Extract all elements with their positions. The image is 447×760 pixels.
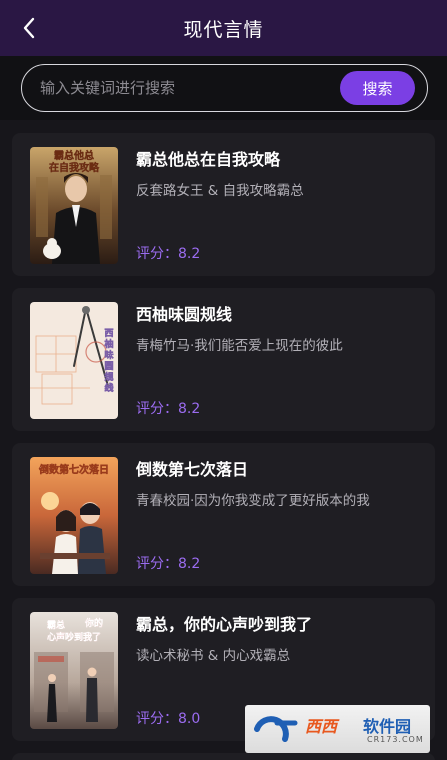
svg-text:柚: 柚 [104, 338, 113, 350]
book-card[interactable]: 倒数第七次落日 倒数第七次落日 青春校园·因为你我变成了更好版本的我 评分：8.… [12, 443, 435, 586]
svg-text:在自我攻略: 在自我攻略 [49, 161, 100, 174]
svg-text:味: 味 [104, 349, 113, 361]
book-card[interactable]: 霸总他总 在自我攻略 霸总他总在自我攻略 反套路女王 & 自我攻略霸总 评分：8… [12, 133, 435, 276]
book-title: 霸总，你的心声吵到我了 [136, 615, 313, 634]
book-rating: 评分：8.2 [136, 556, 201, 572]
back-button[interactable] [14, 12, 46, 44]
book-title: 倒数第七次落日 [136, 460, 249, 479]
svg-text:西: 西 [104, 328, 113, 339]
search-input[interactable] [40, 74, 340, 102]
watermark-icon [254, 716, 298, 742]
search-box: 搜索 [21, 64, 428, 112]
watermark-domain: CR173.COM [367, 735, 424, 744]
book-rating: 评分：8.2 [136, 401, 201, 417]
svg-text:心声吵到我了: 心声吵到我了 [47, 631, 101, 643]
page-title: 现代言情 [183, 18, 264, 41]
watermark-brand: 西西 [305, 717, 338, 736]
book-title: 霸总他总在自我攻略 [136, 150, 281, 169]
book-desc: 青梅竹马·我们能否爱上现在的彼此 [136, 338, 343, 354]
book-card[interactable]: 西 柚 味 圆 规 线 西柚味圆规线 青梅竹马·我们能否爱上现在的彼此 评分：8… [12, 288, 435, 431]
svg-text:倒数第七次落日: 倒数第七次落日 [38, 463, 109, 476]
search-button[interactable]: 搜索 [340, 71, 415, 105]
book-cover: 西 柚 味 圆 规 线 [30, 302, 118, 419]
book-rating: 评分：8.0 [136, 711, 201, 727]
search-bar: 搜索 [0, 56, 447, 120]
book-rating: 评分：8.2 [136, 246, 201, 262]
svg-text:圆: 圆 [104, 361, 113, 372]
watermark-sub: 软件园 [363, 717, 412, 736]
book-card[interactable] [12, 753, 435, 760]
book-cover: 霸总他总 在自我攻略 [30, 147, 118, 264]
book-title: 西柚味圆规线 [136, 305, 233, 324]
book-cover: 霸总 你的 心声吵到我了 [30, 612, 118, 729]
book-desc: 青春校园·因为你我变成了更好版本的我 [136, 493, 370, 509]
chevron-left-icon [23, 17, 35, 39]
book-desc: 读心术秘书 & 内心戏霸总 [136, 648, 291, 664]
svg-text:规: 规 [104, 371, 113, 383]
app-header: 现代言情 [0, 0, 447, 56]
watermark-logo: 西西 软件园 CR173.COM [245, 705, 430, 753]
svg-text:线: 线 [104, 382, 113, 394]
svg-text:霸总他总: 霸总他总 [54, 149, 94, 162]
book-cover: 倒数第七次落日 [30, 457, 118, 574]
svg-text:霸总: 霸总 [47, 619, 65, 631]
book-desc: 反套路女王 & 自我攻略霸总 [136, 183, 304, 199]
svg-text:你的: 你的 [84, 617, 103, 629]
